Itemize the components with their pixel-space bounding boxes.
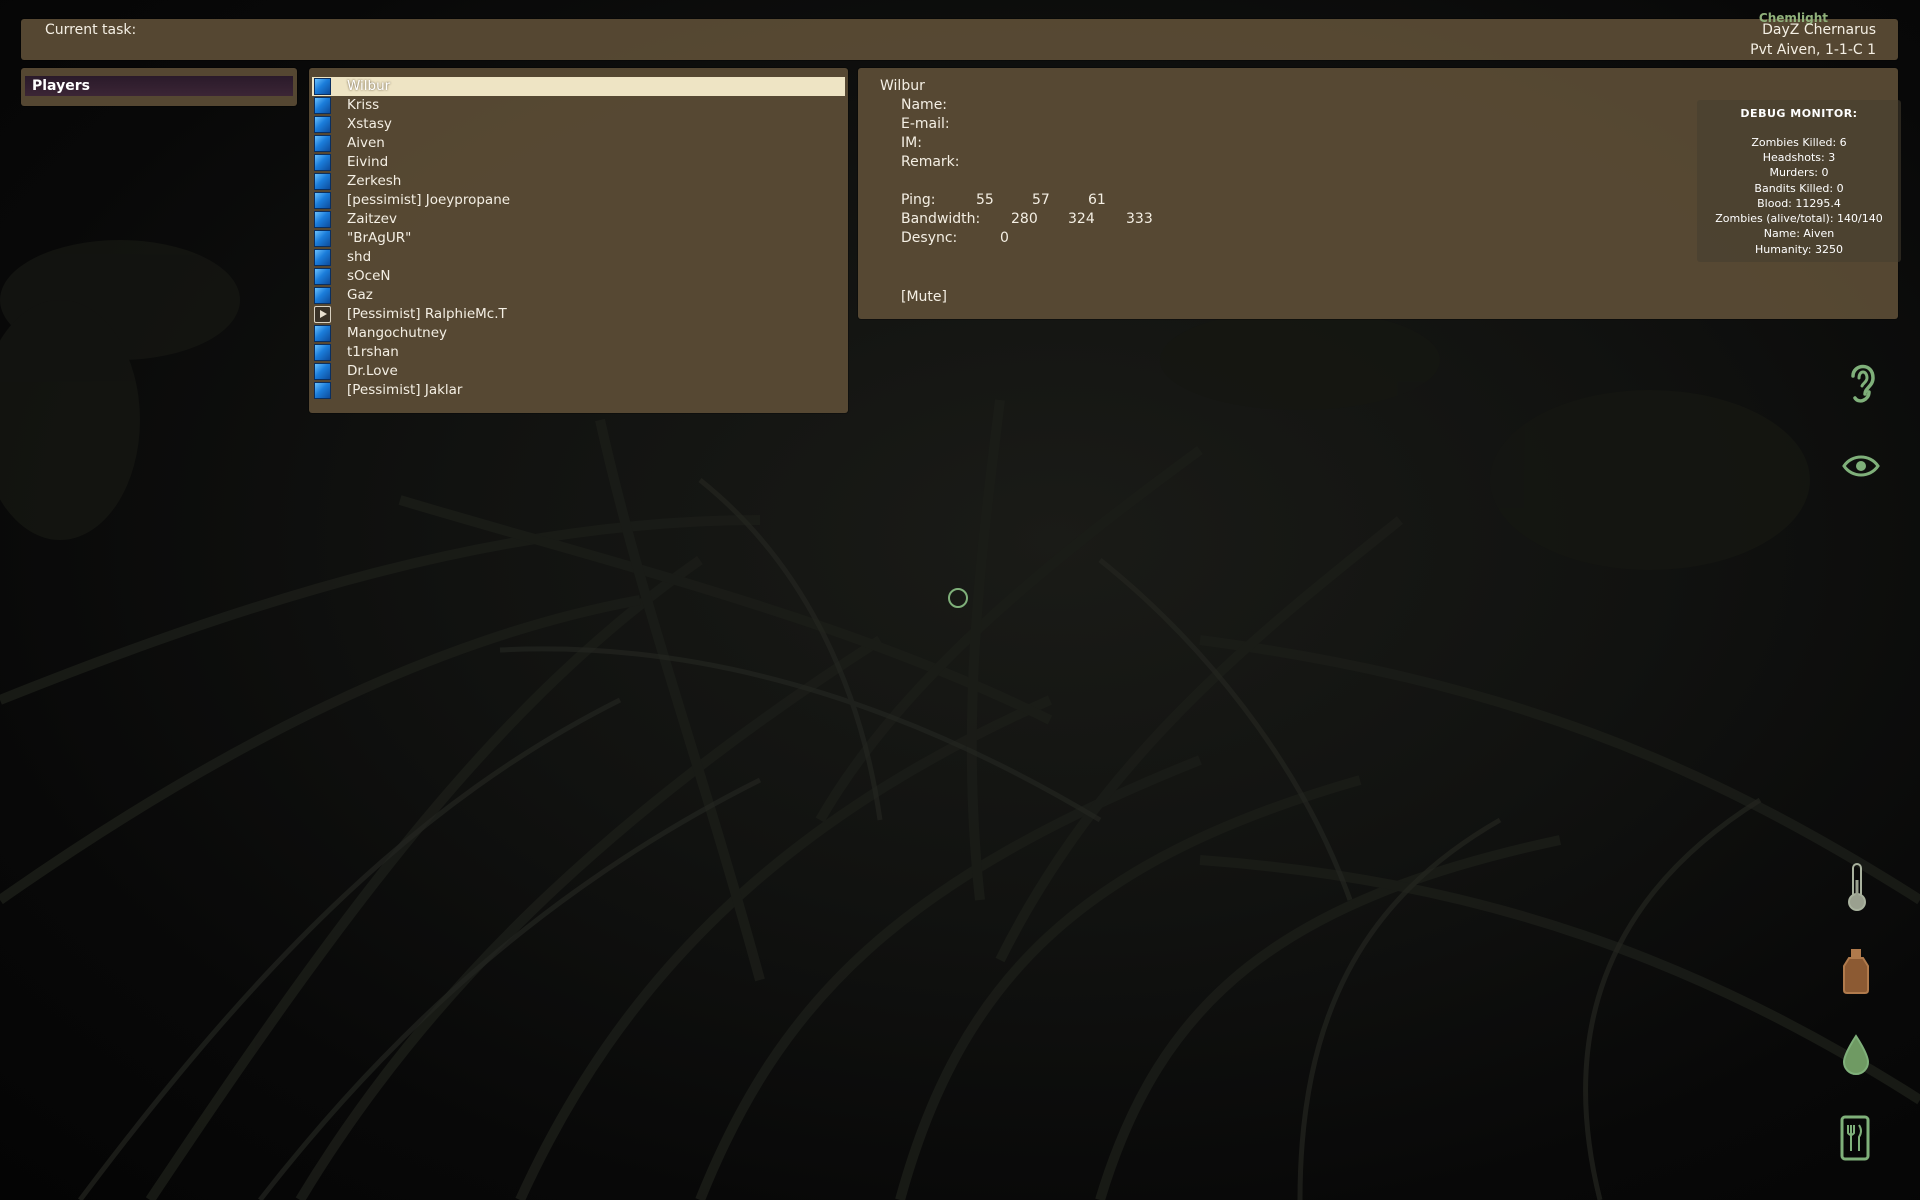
server-name: DayZ Chernarus xyxy=(1762,22,1876,38)
ping-value: 57 xyxy=(1032,192,1050,208)
player-status-icon xyxy=(314,287,331,304)
debug-humanity: Humanity: 3250 xyxy=(1755,243,1843,256)
debug-bandits-killed: Bandits Killed: 0 xyxy=(1754,182,1844,195)
crosshair-icon xyxy=(948,588,968,608)
tabs-panel: Players xyxy=(21,68,297,106)
debug-murders: Murders: 0 xyxy=(1769,166,1829,179)
speaker-icon xyxy=(314,306,331,323)
player-name: Zaitzev xyxy=(347,211,397,227)
im-label: IM: xyxy=(901,135,922,151)
player-status-icon xyxy=(314,230,331,247)
player-status-icon xyxy=(314,78,331,95)
name-label: Name: xyxy=(901,97,948,113)
remark-label: Remark: xyxy=(901,154,960,170)
player-name: shd xyxy=(347,249,372,265)
player-name: Gaz xyxy=(347,287,373,303)
debug-blood: Blood: 11295.4 xyxy=(1757,197,1841,210)
player-status-icon xyxy=(314,382,331,399)
player-row[interactable]: t1rshan xyxy=(312,343,845,362)
mute-button[interactable]: [Mute] xyxy=(901,289,947,305)
tab-players[interactable]: Players xyxy=(25,76,293,96)
debug-headshots: Headshots: 3 xyxy=(1762,151,1836,164)
player-status-icon xyxy=(314,325,331,342)
player-status-icon xyxy=(314,116,331,133)
debug-monitor-title: DEBUG MONITOR: xyxy=(1740,107,1858,120)
player-row[interactable]: [Pessimist] RalphieMc.T xyxy=(312,305,845,324)
player-name: Zerkesh xyxy=(347,173,402,189)
player-status-icon xyxy=(314,211,331,228)
debug-zombies-killed: Zombies Killed: 6 xyxy=(1751,136,1847,149)
player-name: [Pessimist] RalphieMc.T xyxy=(347,306,507,322)
player-name: Aiven xyxy=(347,135,385,151)
player-status-icon xyxy=(314,192,331,209)
ping-value: 55 xyxy=(976,192,994,208)
player-name: Mangochutney xyxy=(347,325,447,341)
player-name: Xstasy xyxy=(347,116,392,132)
detail-player-name: Wilbur xyxy=(880,78,925,94)
player-row[interactable]: Zerkesh xyxy=(312,172,845,191)
ping-label: Ping: xyxy=(901,192,936,208)
player-row[interactable]: Wilbur xyxy=(312,77,845,96)
player-row[interactable]: Xstasy xyxy=(312,115,845,134)
player-status-icon xyxy=(314,344,331,361)
player-name: t1rshan xyxy=(347,344,399,360)
player-name: "BrAgUR" xyxy=(347,230,412,246)
email-label: E-mail: xyxy=(901,116,950,132)
player-row[interactable]: [Pessimist] Jaklar xyxy=(312,381,845,400)
bandwidth-label: Bandwidth: xyxy=(901,211,981,227)
player-name: Kriss xyxy=(347,97,380,113)
eye-icon xyxy=(1842,455,1880,477)
player-row[interactable]: Gaz xyxy=(312,286,845,305)
bandwidth-value: 280 xyxy=(1011,211,1038,227)
food-icon xyxy=(1840,1115,1870,1161)
player-row[interactable]: Eivind xyxy=(312,153,845,172)
player-name: Wilbur xyxy=(347,78,391,94)
player-row[interactable]: Mangochutney xyxy=(312,324,845,343)
canteen-icon xyxy=(1843,949,1869,994)
player-name: [Pessimist] Jaklar xyxy=(347,382,463,398)
player-status-icon xyxy=(314,249,331,266)
bandwidth-value: 333 xyxy=(1126,211,1153,227)
bandwidth-value: 324 xyxy=(1068,211,1095,227)
debug-name: Name: Aiven xyxy=(1763,227,1835,240)
player-row[interactable]: sOceN xyxy=(312,267,845,286)
player-row[interactable]: Aiven xyxy=(312,134,845,153)
player-status-icon xyxy=(314,135,331,152)
thermometer-icon xyxy=(1848,863,1866,911)
player-name: sOceN xyxy=(347,268,391,284)
player-status-icon xyxy=(314,154,331,171)
player-row[interactable]: [pessimist] Joeypropane xyxy=(312,191,845,210)
player-row[interactable]: Zaitzev xyxy=(312,210,845,229)
player-name: Eivind xyxy=(347,154,389,170)
player-rank: Pvt Aiven, 1-1-C 1 xyxy=(1750,42,1876,58)
desync-label: Desync: xyxy=(901,230,958,246)
player-row[interactable]: "BrAgUR" xyxy=(312,229,845,248)
player-name: Dr.Love xyxy=(347,363,398,379)
ear-icon xyxy=(1851,364,1875,403)
debug-monitor: DEBUG MONITOR: Zombies Killed: 6 Headsho… xyxy=(1697,100,1901,262)
player-row[interactable]: shd xyxy=(312,248,845,267)
current-task-label: Current task: xyxy=(45,22,137,38)
player-row[interactable]: Kriss xyxy=(312,96,845,115)
desync-value: 0 xyxy=(1000,230,1009,246)
player-status-icon xyxy=(314,363,331,380)
debug-zombies-alive: Zombies (alive/total): 140/140 xyxy=(1715,212,1883,225)
player-row[interactable]: Dr.Love xyxy=(312,362,845,381)
ping-value: 61 xyxy=(1088,192,1106,208)
top-status-bar: Current task: Chemlight DayZ Chernarus P… xyxy=(21,11,1898,60)
blood-drop-icon xyxy=(1842,1034,1870,1075)
player-status-icon xyxy=(314,268,331,285)
player-status-icon xyxy=(314,97,331,114)
players-list: Wilbur Kriss Xstasy Aiven Eivind Zerkesh… xyxy=(309,68,848,413)
player-status-icon xyxy=(314,173,331,190)
player-name: [pessimist] Joeypropane xyxy=(347,192,511,208)
